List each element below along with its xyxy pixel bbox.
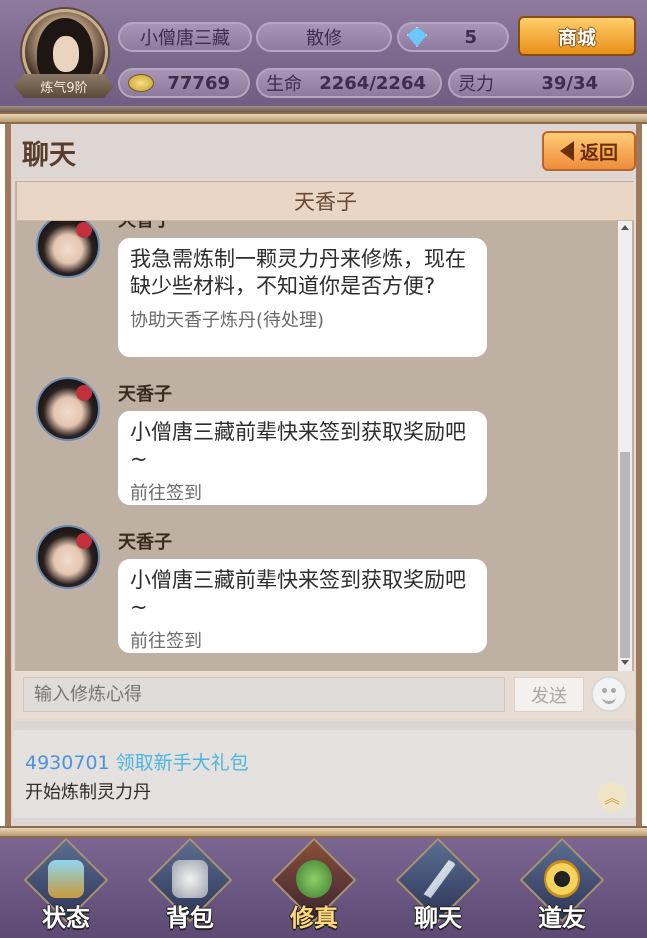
system-notice: 4930701 领取新手大礼包 开始炼制灵力丹 ︽	[13, 730, 636, 818]
back-button[interactable]: 返回	[542, 131, 636, 171]
nav-cultivation[interactable]: 修真	[268, 837, 360, 938]
back-arrow-icon	[559, 141, 574, 161]
sender-avatar[interactable]	[36, 377, 100, 441]
message-text: 小僧唐三藏前辈快来签到获取奖励吧~	[130, 420, 466, 471]
page-title: 聊天	[22, 140, 76, 171]
sender-name: 天香子	[118, 384, 172, 405]
nav-label: 聊天	[414, 904, 462, 932]
coin-icon	[128, 74, 154, 92]
nav-chat[interactable]: 聊天	[392, 837, 484, 938]
sender-name: 天香子	[118, 532, 172, 553]
nav-status[interactable]: 状态	[20, 837, 112, 938]
hair-flower-icon	[76, 533, 92, 549]
message-bubble: 小僧唐三藏前辈快来签到获取奖励吧~ 前往签到	[118, 559, 487, 653]
realm-badge: 炼气9阶	[14, 74, 114, 98]
spirit-value: 39/34	[541, 72, 598, 94]
gift-pack-link[interactable]: 领取新手大礼包	[116, 752, 249, 774]
message-action-link[interactable]: 前往签到	[130, 479, 475, 505]
bag-icon	[172, 860, 208, 898]
chat-input-row: 发送	[15, 671, 634, 719]
scroll-down-arrow-icon[interactable]	[621, 660, 629, 665]
chevron-up-icon[interactable]: ︽	[597, 782, 627, 812]
spirit-label: 灵力	[458, 74, 494, 95]
message-text: 我急需炼制一颗灵力丹来修炼，现在缺少些材料，不知道你是否方便?	[130, 247, 466, 298]
gem-icon	[407, 27, 427, 47]
chat-partner-name: 天香子	[17, 182, 634, 221]
message-text: 小僧唐三藏前辈快来签到获取奖励吧~	[130, 568, 466, 619]
gem-value: 5	[464, 26, 477, 48]
hair-flower-icon	[76, 385, 92, 401]
message-bubble: 我急需炼制一颗灵力丹来修炼，现在缺少些材料，不知道你是否方便? 协助天香子炼丹(…	[118, 238, 487, 357]
scroll-up-arrow-icon[interactable]	[621, 225, 629, 230]
nav-label: 背包	[166, 904, 214, 932]
mall-button[interactable]: 商城	[518, 16, 636, 56]
scroll-ornament-bottom	[0, 826, 647, 838]
chat-scrollbar[interactable]	[618, 219, 632, 671]
spirit-counter: 灵力 39/34	[448, 68, 634, 98]
send-button[interactable]: 发送	[514, 677, 584, 712]
chat-window: 天香子 天香子 我急需炼制一颗灵力丹来修炼，现在缺少些材料，不知道你是否方便? …	[13, 179, 636, 721]
player-name: 小僧唐三藏	[118, 22, 252, 52]
coin-value: 77769	[167, 72, 230, 94]
back-button-label: 返回	[579, 141, 618, 164]
coin-counter: 77769	[118, 68, 250, 98]
sender-avatar[interactable]	[36, 525, 100, 589]
message-action-link[interactable]: 前往签到	[130, 627, 475, 653]
potion-gourd-icon	[48, 860, 84, 898]
yin-yang-icon	[544, 860, 580, 898]
notice-status-text: 开始炼制灵力丹	[25, 782, 151, 803]
gem-counter: 5	[397, 22, 509, 52]
emoji-mouth	[602, 693, 616, 704]
notice-gift-line: 4930701 领取新手大礼包	[25, 748, 249, 775]
scroll-ornament-top	[0, 112, 647, 124]
frog-cultivation-icon	[296, 860, 332, 898]
message-bubble: 小僧唐三藏前辈快来签到获取奖励吧~ 前往签到	[118, 411, 487, 505]
game-app: 炼气9阶 小僧唐三藏 散修 5 商城 77769 生命 2264/2264 灵力…	[0, 0, 647, 938]
sender-avatar[interactable]	[36, 214, 100, 278]
player-sect: 散修	[256, 22, 392, 52]
message-list[interactable]: 天香子 我急需炼制一颗灵力丹来修炼，现在缺少些材料，不知道你是否方便? 协助天香…	[15, 181, 618, 671]
nav-label: 道友	[538, 904, 586, 932]
hair-flower-icon	[76, 222, 92, 238]
chat-input[interactable]	[23, 677, 505, 712]
nav-label: 状态	[42, 904, 90, 932]
emoji-smile-icon[interactable]	[591, 676, 627, 712]
nav-label: 修真	[290, 904, 338, 932]
avatar-face	[53, 36, 79, 72]
bottom-nav: 状态 背包 修真 聊天 道友	[0, 837, 647, 938]
nav-bag[interactable]: 背包	[144, 837, 236, 938]
player-id-link[interactable]: 4930701	[25, 752, 110, 774]
status-header: 炼气9阶 小僧唐三藏 散修 5 商城 77769 生命 2264/2264 灵力…	[0, 0, 647, 112]
scrollbar-thumb[interactable]	[620, 452, 630, 658]
life-counter: 生命 2264/2264	[256, 68, 442, 98]
life-label: 生命	[266, 74, 302, 95]
nav-friends[interactable]: 道友	[516, 837, 608, 938]
life-value: 2264/2264	[319, 72, 426, 94]
message-action-link[interactable]: 协助天香子炼丹(待处理)	[130, 306, 475, 332]
